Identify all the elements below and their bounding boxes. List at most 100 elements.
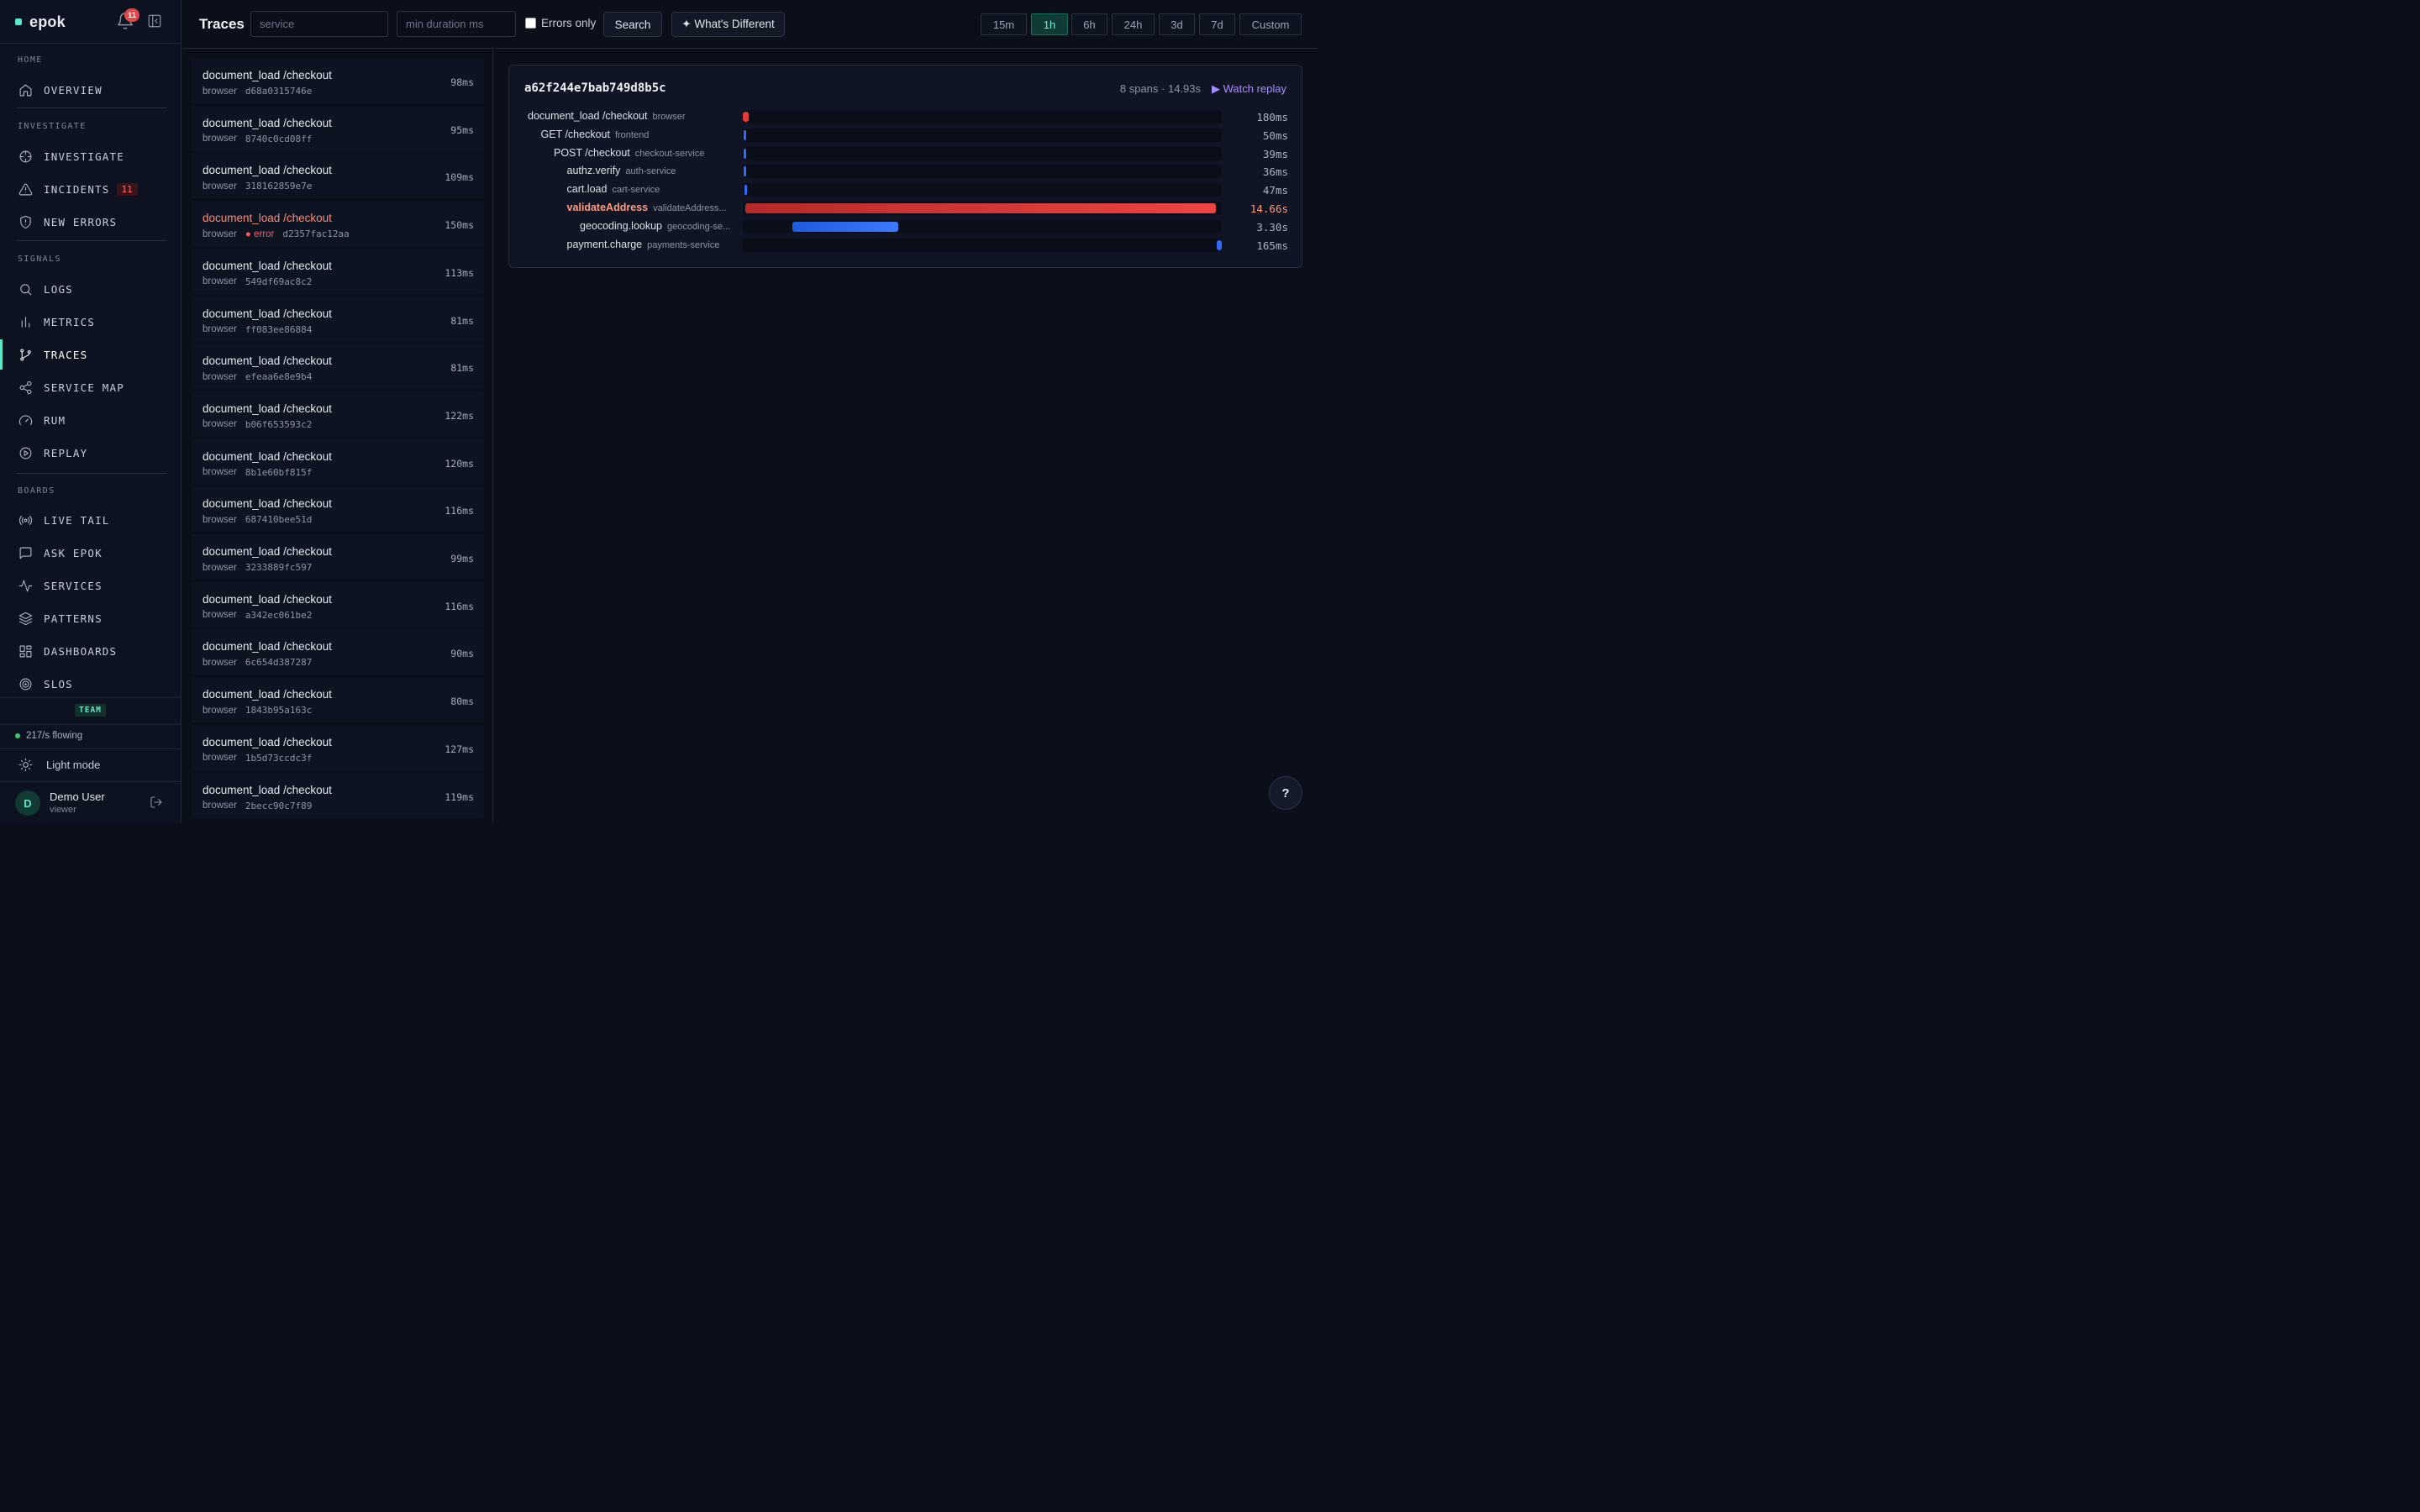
section-heading: INVESTIGATE bbox=[18, 122, 87, 131]
span-row[interactable]: authz.verify auth-service 36ms bbox=[509, 162, 1303, 181]
divider bbox=[0, 781, 182, 782]
sidebar-item-label: PATTERNS bbox=[44, 612, 103, 625]
sidebar-item-new-errors[interactable]: NEW ERRORS bbox=[0, 207, 181, 237]
sidebar-item-label: NEW ERRORS bbox=[44, 215, 118, 228]
trace-meta: browser 549df69ac8c2 bbox=[203, 276, 312, 287]
span-row[interactable]: payment.charge payments-service 165ms bbox=[509, 236, 1303, 255]
watch-replay-link[interactable]: ▶ Watch replay bbox=[1212, 82, 1286, 96]
trace-meta: browser 687410bee51d bbox=[203, 514, 312, 525]
trace-row[interactable]: document_load /checkout 98ms browser d68a03… bbox=[192, 58, 484, 103]
sidebar-item-label: RUM bbox=[44, 413, 66, 427]
sidebar-item-live-tail[interactable]: LIVE TAIL bbox=[0, 505, 181, 535]
user-profile[interactable]: D Demo User viewer bbox=[15, 790, 175, 817]
checkbox-icon[interactable] bbox=[525, 18, 536, 29]
span-track bbox=[743, 202, 1222, 215]
sidebar-item-slos[interactable]: SLOS bbox=[0, 669, 181, 699]
team-badge[interactable]: TEAM bbox=[75, 704, 106, 717]
trace-row[interactable]: document_load /checkout 80ms browser 1843b9… bbox=[192, 677, 484, 723]
search-button[interactable]: Search bbox=[603, 12, 662, 37]
trace-row[interactable]: document_load /checkout 116ms browser 68741… bbox=[192, 486, 484, 533]
trace-row[interactable]: document_load /checkout 113ms browser 549df… bbox=[192, 248, 484, 294]
trace-service: browser bbox=[203, 610, 237, 621]
section-heading: SIGNALS bbox=[18, 255, 61, 264]
sidebar-item-patterns[interactable]: PATTERNS bbox=[0, 603, 181, 633]
sun-icon bbox=[18, 758, 33, 772]
span-row[interactable]: geocoding.lookup geocoding-se... 3.30s bbox=[509, 218, 1303, 236]
sidebar-item-investigate[interactable]: INVESTIGATE bbox=[0, 141, 181, 171]
divider bbox=[0, 748, 182, 749]
trace-row[interactable]: document_load /checkout 90ms browser 6c654d… bbox=[192, 629, 484, 675]
time-range-6h[interactable]: 6h bbox=[1071, 13, 1107, 35]
sidebar-item-dashboards[interactable]: DASHBOARDS bbox=[0, 636, 181, 666]
trace-row[interactable]: document_load /checkout 119ms browser 2becc… bbox=[192, 772, 484, 818]
sidebar-item-label: LOGS bbox=[44, 282, 73, 296]
span-row[interactable]: GET /checkout frontend 50ms bbox=[509, 126, 1303, 144]
trace-row[interactable]: document_load /checkout 99ms browser 323388… bbox=[192, 534, 484, 580]
trace-service: browser bbox=[203, 371, 237, 382]
errors-only-label: Errors only bbox=[541, 17, 597, 29]
time-range-7d[interactable]: 7d bbox=[1199, 13, 1235, 35]
whats-different-button[interactable]: ✦ What's Different bbox=[671, 12, 785, 37]
time-range-custom[interactable]: Custom bbox=[1239, 13, 1302, 35]
trace-row[interactable]: document_load /checkout 122ms browser b06f6… bbox=[192, 391, 484, 437]
span-row[interactable]: document_load /checkout browser 180ms bbox=[509, 108, 1303, 126]
min-duration-input[interactable] bbox=[397, 11, 516, 37]
span-bar bbox=[744, 148, 746, 159]
brand[interactable]: epok bbox=[15, 12, 66, 32]
sidebar-item-replay[interactable]: REPLAY bbox=[0, 438, 181, 468]
bar-chart-icon bbox=[21, 316, 30, 328]
sidebar-item-logs[interactable]: LOGS bbox=[0, 274, 181, 304]
time-range-24h[interactable]: 24h bbox=[1112, 13, 1155, 35]
trace-duration: 99ms bbox=[450, 553, 474, 564]
service-input[interactable] bbox=[250, 11, 388, 37]
logout-icon[interactable] bbox=[150, 795, 163, 809]
span-bar bbox=[792, 221, 898, 232]
trace-row[interactable]: document_load /checkout 81ms browser ff083e… bbox=[192, 296, 484, 342]
span-track bbox=[743, 183, 1222, 197]
sidebar-item-incidents[interactable]: INCIDENTS 11 bbox=[0, 174, 181, 204]
trace-service: browser bbox=[203, 228, 237, 239]
sidebar-item-traces[interactable]: TRACES bbox=[0, 339, 181, 370]
trace-row[interactable]: document_load /checkout 109ms browser 31816… bbox=[192, 153, 484, 199]
trace-row[interactable]: document_load /checkout 120ms browser 8b1e6… bbox=[192, 438, 484, 485]
trace-operation: document_load /checkout bbox=[203, 307, 332, 320]
sidebar-item-rum[interactable]: RUM bbox=[0, 405, 181, 435]
help-button[interactable]: ? bbox=[1269, 776, 1302, 810]
trace-row[interactable]: document_load /checkout 150ms browser ● err… bbox=[192, 201, 484, 247]
sidebar-item-service-map[interactable]: SERVICE MAP bbox=[0, 372, 181, 402]
divider bbox=[17, 240, 166, 241]
collapse-sidebar-icon[interactable] bbox=[147, 13, 162, 29]
trace-service: browser bbox=[203, 324, 237, 334]
trace-operation: document_load /checkout bbox=[203, 640, 332, 654]
trace-id: 549df69ac8c2 bbox=[245, 276, 313, 287]
section-heading: HOME bbox=[18, 55, 43, 65]
brand-logo-icon bbox=[15, 18, 22, 25]
sidebar-item-services[interactable]: SERVICES bbox=[0, 570, 181, 601]
trace-operation: document_load /checkout bbox=[203, 449, 332, 463]
dashboard-icon bbox=[19, 645, 32, 657]
trace-row[interactable]: document_load /checkout 116ms browser a342e… bbox=[192, 581, 484, 627]
sidebar-item-overview[interactable]: OVERVIEW bbox=[0, 75, 181, 105]
trace-row[interactable]: document_load /checkout 81ms browser efeaa6… bbox=[192, 344, 484, 390]
span-row[interactable]: POST /checkout checkout-service 39ms bbox=[509, 144, 1303, 163]
errors-only-checkbox[interactable]: Errors only bbox=[525, 17, 596, 29]
span-name: geocoding.lookup bbox=[580, 219, 662, 232]
trace-operation: document_load /checkout bbox=[203, 116, 332, 129]
sidebar-item-metrics[interactable]: METRICS bbox=[0, 307, 181, 337]
span-service: frontend bbox=[614, 129, 650, 140]
trace-meta: browser ● error d2357fac12aa bbox=[203, 228, 350, 239]
trace-row[interactable]: document_load /checkout 95ms browser 8740c0… bbox=[192, 105, 484, 151]
span-row[interactable]: cart.load cart-service 47ms bbox=[509, 181, 1303, 199]
trace-row[interactable]: document_load /checkout 127ms browser 1b5d7… bbox=[192, 724, 484, 770]
time-range-1h[interactable]: 1h bbox=[1031, 13, 1068, 35]
time-range-15m[interactable]: 15m bbox=[981, 13, 1027, 35]
trace-id: a62f244e7bab749d8b5c bbox=[524, 81, 666, 95]
span-row[interactable]: validateAddress validateAddress... 14.66s bbox=[509, 199, 1303, 218]
span-service: geocoding-se... bbox=[667, 221, 731, 232]
light-mode-toggle[interactable]: Light mode bbox=[18, 758, 100, 772]
trace-duration: 109ms bbox=[445, 171, 474, 184]
target-icon bbox=[19, 678, 32, 690]
trace-meta: browser 1b5d73ccdc3f bbox=[203, 753, 312, 764]
time-range-3d[interactable]: 3d bbox=[1159, 13, 1195, 35]
sidebar-item-ask-epok[interactable]: ASK EPOK bbox=[0, 538, 181, 568]
